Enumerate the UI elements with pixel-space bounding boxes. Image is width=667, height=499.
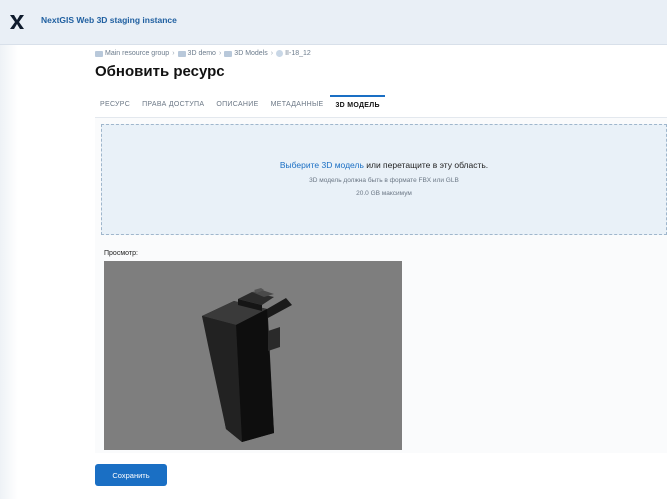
breadcrumb-item-3d-demo[interactable]: 3D demo	[177, 50, 216, 57]
breadcrumb-label: II-18_12	[285, 50, 311, 57]
3d-model-render	[202, 288, 292, 442]
top-bar: NextGIS Web 3D staging instance	[0, 0, 667, 45]
model-icon	[276, 50, 284, 57]
page-title: Обновить ресурс	[95, 63, 225, 80]
tab-resource[interactable]: РЕСУРС	[95, 95, 135, 117]
folder-icon	[224, 50, 233, 57]
tab-3d-model[interactable]: 3D МОДЕЛЬ	[330, 95, 385, 117]
tab-metadata[interactable]: МЕТАДАННЫЕ	[266, 95, 329, 117]
breadcrumb-label: 3D demo	[187, 50, 216, 57]
folder-icon	[95, 50, 103, 57]
breadcrumb: Main resource group › 3D demo › 3D Model…	[95, 50, 311, 57]
breadcrumb-separator: ›	[218, 50, 222, 57]
tab-description[interactable]: ОПИСАНИЕ	[211, 95, 263, 117]
save-button[interactable]: Сохранить	[95, 464, 167, 486]
3d-model-viewer[interactable]	[104, 261, 402, 450]
preview-label: Просмотр:	[104, 250, 138, 257]
breadcrumb-item-current[interactable]: II-18_12	[276, 50, 311, 57]
breadcrumb-label: Main resource group	[105, 50, 170, 57]
dropzone-instruction-rest: или перетащите в эту область.	[363, 160, 489, 170]
dropzone-format-hint: 3D модель должна быть в формате FBX или …	[309, 177, 459, 184]
nextgis-logo-icon[interactable]	[9, 14, 25, 30]
file-dropzone[interactable]: Выберите 3D модель или перетащите в эту …	[101, 124, 667, 235]
sidebar-shade	[0, 45, 18, 499]
select-model-link[interactable]: Выберите 3D модель	[280, 160, 364, 170]
app-title[interactable]: NextGIS Web 3D staging instance	[41, 15, 177, 25]
breadcrumb-item-3d-models[interactable]: 3D Models	[224, 50, 268, 57]
folder-icon	[177, 50, 186, 57]
dropzone-size-limit: 20.0 GB максимум	[356, 190, 412, 197]
tab-bar: РЕСУРС ПРАВА ДОСТУПА ОПИСАНИЕ МЕТАДАННЫЕ…	[95, 95, 387, 117]
breadcrumb-item-main-resource-group[interactable]: Main resource group	[95, 50, 169, 57]
breadcrumb-separator: ›	[172, 50, 175, 57]
tab-permissions[interactable]: ПРАВА ДОСТУПА	[137, 95, 209, 117]
breadcrumb-label: 3D Models	[234, 50, 268, 57]
dropzone-instruction: Выберите 3D модель или перетащите в эту …	[102, 160, 666, 170]
breadcrumb-separator: ›	[270, 50, 274, 57]
